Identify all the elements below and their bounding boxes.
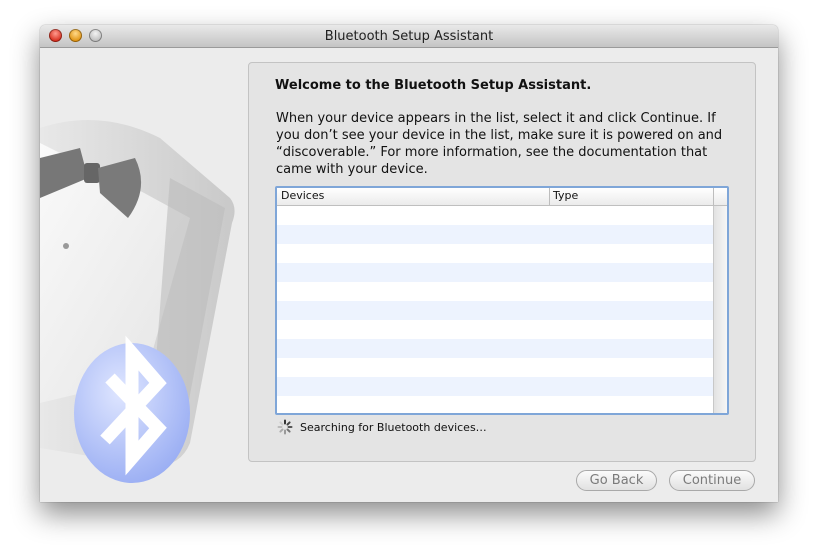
- status-text: Searching for Bluetooth devices…: [300, 420, 487, 434]
- continue-button[interactable]: Continue: [669, 470, 755, 491]
- shirt-stud: [63, 243, 69, 249]
- column-divider[interactable]: [713, 188, 714, 205]
- spinner-icon: [277, 419, 293, 435]
- column-header-type[interactable]: Type: [553, 189, 578, 202]
- content-panel: Welcome to the Bluetooth Setup Assistant…: [248, 62, 756, 462]
- search-status: Searching for Bluetooth devices…: [277, 419, 487, 435]
- devices-table[interactable]: Devices Type: [275, 186, 729, 415]
- table-header: Devices Type: [277, 188, 727, 206]
- instructions-text: When your device appears in the list, se…: [276, 111, 723, 177]
- tuxedo-bluetooth-illustration: [40, 120, 235, 483]
- welcome-heading: Welcome to the Bluetooth Setup Assistant…: [275, 78, 592, 93]
- setup-window: Bluetooth Setup Assistant Welcome to the…: [40, 25, 778, 502]
- vertical-scrollbar[interactable]: [713, 206, 727, 413]
- window-title: Bluetooth Setup Assistant: [324, 29, 494, 44]
- bluetooth-icon: [74, 335, 190, 483]
- device-list-rows[interactable]: [277, 206, 713, 413]
- title-bar[interactable]: Bluetooth Setup Assistant: [40, 25, 778, 48]
- column-header-devices[interactable]: Devices: [281, 189, 324, 202]
- column-divider[interactable]: [549, 188, 550, 205]
- go-back-button[interactable]: Go Back: [576, 470, 657, 491]
